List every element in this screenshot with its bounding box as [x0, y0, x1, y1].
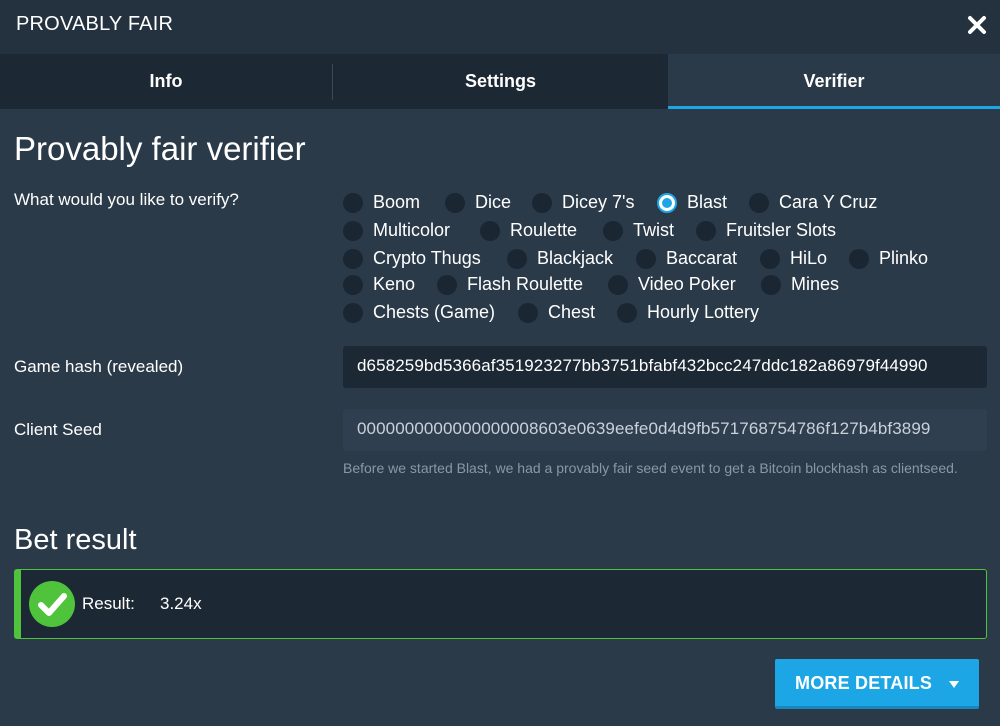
client-seed-value: 0000000000000000008603e0639eefe0d4d9fb57…: [357, 419, 931, 438]
game-hash-input[interactable]: d658259bd5366af351923277bb3751bfabf432bc…: [343, 346, 987, 388]
bet-result-title: Bet result: [14, 524, 137, 556]
radio-dot[interactable]: [617, 303, 637, 323]
tab-verifier[interactable]: Verifier: [668, 54, 1000, 109]
radio-dot[interactable]: [445, 193, 465, 213]
radio-dot[interactable]: [532, 193, 552, 213]
radio-dot[interactable]: [343, 221, 363, 241]
radio-dot[interactable]: [437, 275, 457, 295]
modal-title: PROVABLY FAIR: [16, 13, 174, 35]
radio-dot[interactable]: [761, 275, 781, 295]
radio-dot[interactable]: [507, 249, 527, 269]
radio-dot[interactable]: [696, 221, 716, 241]
radio-dot[interactable]: [343, 193, 363, 213]
result-box: Result: 3.24x: [14, 569, 987, 639]
caret-down-icon: [949, 681, 959, 688]
more-details-button[interactable]: MORE DETAILS: [775, 659, 979, 709]
client-seed-label: Client Seed: [14, 420, 102, 439]
radio-dot[interactable]: [343, 249, 363, 269]
modal-header: PROVABLY FAIR: [0, 0, 1000, 54]
check-circle-icon: [29, 581, 75, 627]
close-icon[interactable]: [966, 14, 988, 36]
tab-bar: Info Settings Verifier: [0, 54, 1000, 109]
game-hash-label: Game hash (revealed): [14, 357, 184, 376]
result-label: Result:: [82, 594, 135, 613]
radio-dot[interactable]: [343, 303, 363, 323]
game-hash-value: d658259bd5366af351923277bb3751bfabf432bc…: [357, 356, 928, 375]
radio-dot[interactable]: [603, 221, 623, 241]
tab-divider: [332, 64, 333, 100]
more-details-label: MORE DETAILS: [795, 673, 933, 693]
radio-dot[interactable]: [749, 193, 769, 213]
radio-dot[interactable]: [518, 303, 538, 323]
verify-question-label: What would you like to verify?: [14, 190, 239, 209]
radio-dot[interactable]: [760, 249, 780, 269]
radio-dot[interactable]: [343, 275, 363, 295]
radio-dot[interactable]: [608, 275, 628, 295]
radio-dot[interactable]: [849, 249, 869, 269]
client-seed-input[interactable]: 0000000000000000008603e0639eefe0d4d9fb57…: [343, 409, 987, 451]
result-value: 3.24x: [160, 594, 202, 613]
tab-settings[interactable]: Settings: [334, 54, 667, 109]
radio-dot[interactable]: [636, 249, 656, 269]
radio-dot[interactable]: [480, 221, 500, 241]
tab-info[interactable]: Info: [0, 54, 332, 109]
page-title: Provably fair verifier: [14, 130, 306, 167]
client-seed-help-text: Before we started Blast, we had a provab…: [343, 460, 958, 476]
radio-dot-selected[interactable]: [657, 193, 677, 213]
